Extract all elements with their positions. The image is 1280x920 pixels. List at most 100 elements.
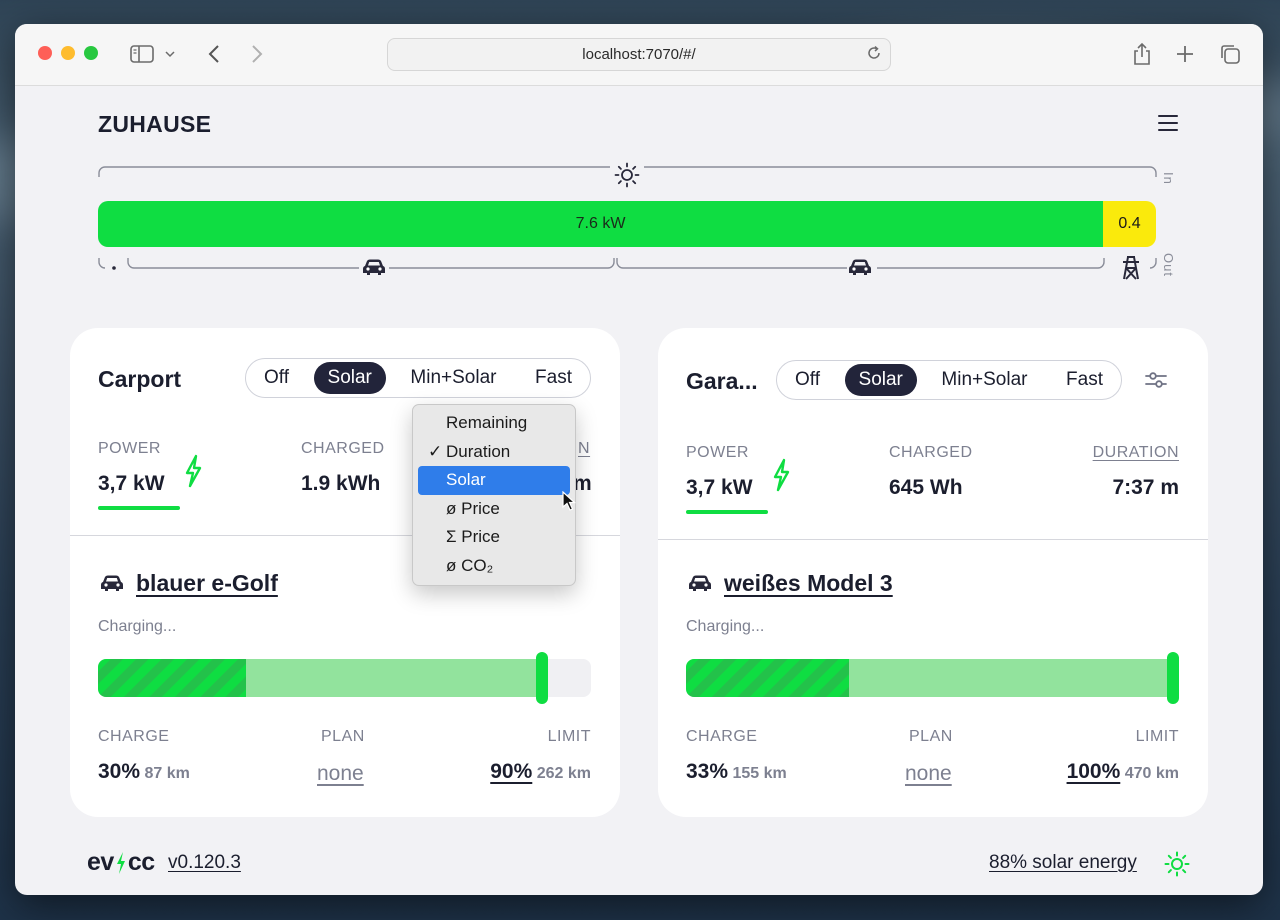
sidebar-icon[interactable] xyxy=(127,39,157,69)
mode-min-solar[interactable]: Min+Solar xyxy=(927,364,1041,396)
duration-label-partial[interactable]: N xyxy=(578,440,590,458)
vehicle-name[interactable]: blauer e-Golf xyxy=(136,570,278,597)
energy-flow-bar: 7.6 kW 0.4 xyxy=(98,201,1156,247)
close-window-button[interactable] xyxy=(38,46,52,60)
bolt-icon xyxy=(182,454,204,493)
plan-label: PLAN xyxy=(909,728,953,745)
page-content: ZUHAUSE In 7.6 kW 0.4 Out Carport Off So… xyxy=(15,86,1263,895)
duration-options-menu: Remaining ✓ Duration Solar ø Price Σ Pric… xyxy=(412,404,576,586)
power-indicator xyxy=(98,506,180,510)
out-label: Out xyxy=(1161,253,1176,277)
mode-fast[interactable]: Fast xyxy=(1052,364,1117,396)
loadpoint-title: Carport xyxy=(98,366,182,392)
car-icon xyxy=(848,258,872,281)
limit-percent[interactable]: 90% xyxy=(490,760,532,783)
version-link[interactable]: v0.120.3 xyxy=(168,852,241,874)
loadpoint-card-garage: Gara... Off Solar Min+Solar Fast POWER 3… xyxy=(658,328,1208,817)
browser-titlebar: localhost:7070/#/ xyxy=(15,24,1263,86)
limit-range: 262 km xyxy=(536,765,591,782)
menu-item-avg-price[interactable]: ø Price xyxy=(418,495,570,524)
charge-range: 87 km xyxy=(144,765,190,782)
evcc-logo: evcc ev cc xyxy=(87,848,155,876)
plan-label: PLAN xyxy=(321,728,365,745)
tabs-icon[interactable] xyxy=(1215,39,1245,69)
charging-status: Charging... xyxy=(686,618,765,635)
menu-item-total-price[interactable]: Σ Price xyxy=(418,523,570,552)
chevron-down-icon[interactable] xyxy=(160,39,180,69)
charge-percent: 30% xyxy=(98,760,141,783)
grid-segment: 0.4 xyxy=(1103,201,1156,247)
soc-bar[interactable] xyxy=(686,652,1179,704)
power-value: 3,7 kW xyxy=(98,472,165,495)
card-divider xyxy=(658,539,1208,540)
duration-value: 7:37 m xyxy=(1112,476,1179,499)
soc-charged xyxy=(98,659,246,697)
solar-segment: 7.6 kW xyxy=(98,201,1104,247)
car-icon xyxy=(362,258,386,281)
charging-status: Charging... xyxy=(98,618,177,635)
power-indicator xyxy=(686,510,768,514)
menu-item-solar[interactable]: Solar xyxy=(418,466,570,495)
mode-fast[interactable]: Fast xyxy=(521,362,586,394)
solar-power-label: 7.6 kW xyxy=(575,215,626,232)
sun-icon xyxy=(1164,851,1190,882)
grid-tower-icon xyxy=(1119,255,1143,286)
back-icon[interactable] xyxy=(199,39,229,69)
zoom-window-button[interactable] xyxy=(84,46,98,60)
solar-energy-link[interactable]: 88% solar energy xyxy=(989,852,1137,874)
car-icon xyxy=(688,574,712,597)
share-icon[interactable] xyxy=(1127,39,1157,69)
menu-item-remaining[interactable]: Remaining xyxy=(418,409,570,438)
charge-label: CHARGE xyxy=(686,728,758,745)
settings-sliders-icon[interactable] xyxy=(1144,368,1168,392)
charge-range: 155 km xyxy=(732,765,787,782)
mode-min-solar[interactable]: Min+Solar xyxy=(396,362,510,394)
vehicle-name[interactable]: weißes Model 3 xyxy=(724,570,893,597)
limit-percent[interactable]: 100% xyxy=(1067,760,1121,783)
plan-value[interactable]: none xyxy=(905,762,952,786)
menu-item-duration[interactable]: ✓ Duration xyxy=(418,438,570,467)
mouse-cursor-icon xyxy=(562,490,577,516)
limit-label: LIMIT xyxy=(1135,728,1179,745)
mode-off[interactable]: Off xyxy=(781,364,834,396)
minimize-window-button[interactable] xyxy=(61,46,75,60)
mode-solar[interactable]: Solar xyxy=(313,362,386,394)
reload-icon[interactable] xyxy=(866,45,882,65)
url-bar[interactable]: localhost:7070/#/ xyxy=(387,38,891,71)
power-label: POWER xyxy=(686,444,749,461)
site-title: ZUHAUSE xyxy=(98,111,212,137)
mode-selector: Off Solar Min+Solar Fast xyxy=(245,358,591,398)
mode-off[interactable]: Off xyxy=(250,362,303,394)
menu-item-avg-co2[interactable]: ø CO₂ xyxy=(418,552,570,581)
menu-icon[interactable] xyxy=(1158,115,1178,131)
soc-charged xyxy=(686,659,849,697)
soc-planned xyxy=(245,659,542,697)
loadpoint-title: Gara... xyxy=(686,368,758,394)
limit-value: 90% 262 km xyxy=(490,760,591,784)
browser-window: localhost:7070/#/ ZUHAUSE In 7.6 kW 0.4 … xyxy=(15,24,1263,895)
charge-value: 30% 87 km xyxy=(98,760,190,784)
forward-icon[interactable] xyxy=(242,39,272,69)
duration-label[interactable]: DURATION xyxy=(1093,444,1179,462)
charged-label: CHARGED xyxy=(889,444,973,461)
bolt-icon xyxy=(770,458,792,497)
plan-value[interactable]: none xyxy=(317,762,364,786)
limit-handle[interactable] xyxy=(1167,652,1179,704)
charged-value: 1.9 kWh xyxy=(301,472,381,495)
limit-label: LIMIT xyxy=(547,728,591,745)
energy-out-bracket xyxy=(98,258,1157,270)
power-label: POWER xyxy=(98,440,161,457)
soc-bar[interactable] xyxy=(98,652,591,704)
car-icon xyxy=(100,574,124,597)
url-text: localhost:7070/#/ xyxy=(582,46,696,63)
charged-value: 645 Wh xyxy=(889,476,963,499)
soc-planned xyxy=(848,659,1179,697)
power-value: 3,7 kW xyxy=(686,476,753,499)
new-tab-icon[interactable] xyxy=(1170,39,1200,69)
limit-handle[interactable] xyxy=(535,652,548,704)
mode-selector: Off Solar Min+Solar Fast xyxy=(776,360,1122,400)
limit-value: 100% 470 km xyxy=(1067,760,1179,784)
mode-solar[interactable]: Solar xyxy=(844,364,917,396)
grid-power-label: 0.4 xyxy=(1118,215,1141,232)
checkmark-icon: ✓ xyxy=(428,441,443,461)
